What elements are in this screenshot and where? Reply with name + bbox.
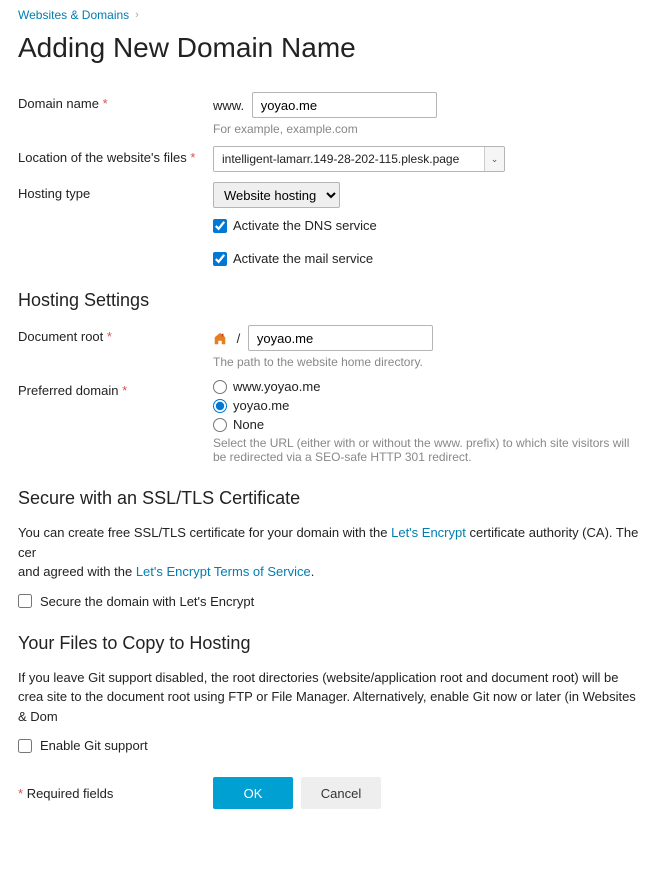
activate-mail-checkbox[interactable] — [213, 252, 227, 266]
git-description: If you leave Git support disabled, the r… — [18, 668, 644, 727]
chevron-right-icon: › — [135, 9, 139, 21]
home-icon — [213, 332, 227, 346]
preferred-domain-label: Preferred domain * — [18, 379, 213, 398]
cancel-button[interactable]: Cancel — [301, 777, 381, 809]
hosting-settings-heading: Hosting Settings — [18, 290, 644, 311]
lets-encrypt-link[interactable]: Let's Encrypt — [391, 525, 466, 540]
lets-encrypt-tos-link[interactable]: Let's Encrypt Terms of Service — [136, 564, 311, 579]
location-value: intelligent-lamarr.149-28-202-115.plesk.… — [214, 147, 484, 171]
domain-name-label: Domain name * — [18, 92, 213, 111]
preferred-domain-none-label: None — [233, 417, 264, 432]
activate-dns-checkbox[interactable] — [213, 219, 227, 233]
document-root-hint: The path to the website home directory. — [213, 355, 644, 369]
preferred-domain-hint: Select the URL (either with or without t… — [213, 436, 644, 464]
breadcrumb: Websites & Domains › — [18, 0, 644, 28]
ok-button[interactable]: OK — [213, 777, 293, 809]
preferred-domain-root-radio[interactable] — [213, 399, 227, 413]
activate-dns-label: Activate the DNS service — [233, 218, 377, 233]
breadcrumb-link[interactable]: Websites & Domains — [18, 8, 129, 22]
required-fields-note: * Required fields — [18, 786, 213, 801]
hosting-type-select[interactable]: Website hosting — [213, 182, 340, 208]
ssl-description: You can create free SSL/TLS certificate … — [18, 523, 644, 582]
git-heading: Your Files to Copy to Hosting — [18, 633, 644, 654]
domain-name-input[interactable] — [252, 92, 437, 118]
document-root-input[interactable] — [248, 325, 433, 351]
preferred-domain-none-radio[interactable] — [213, 418, 227, 432]
path-separator: / — [237, 331, 241, 346]
enable-git-checkbox[interactable] — [18, 739, 32, 753]
preferred-domain-www-label: www.yoyao.me — [233, 379, 320, 394]
domain-name-hint: For example, example.com — [213, 122, 644, 136]
activate-mail-label: Activate the mail service — [233, 251, 373, 266]
preferred-domain-root-label: yoyao.me — [233, 398, 289, 413]
location-label: Location of the website's files * — [18, 146, 213, 165]
preferred-domain-www-radio[interactable] — [213, 380, 227, 394]
document-root-label: Document root * — [18, 325, 213, 344]
secure-domain-checkbox[interactable] — [18, 594, 32, 608]
secure-domain-label: Secure the domain with Let's Encrypt — [40, 594, 254, 609]
page-title: Adding New Domain Name — [18, 32, 644, 64]
location-dropdown-toggle[interactable]: ⌄ — [484, 147, 504, 171]
www-prefix: www. — [213, 98, 244, 113]
enable-git-label: Enable Git support — [40, 738, 148, 753]
ssl-heading: Secure with an SSL/TLS Certificate — [18, 488, 644, 509]
hosting-type-label: Hosting type — [18, 182, 213, 201]
